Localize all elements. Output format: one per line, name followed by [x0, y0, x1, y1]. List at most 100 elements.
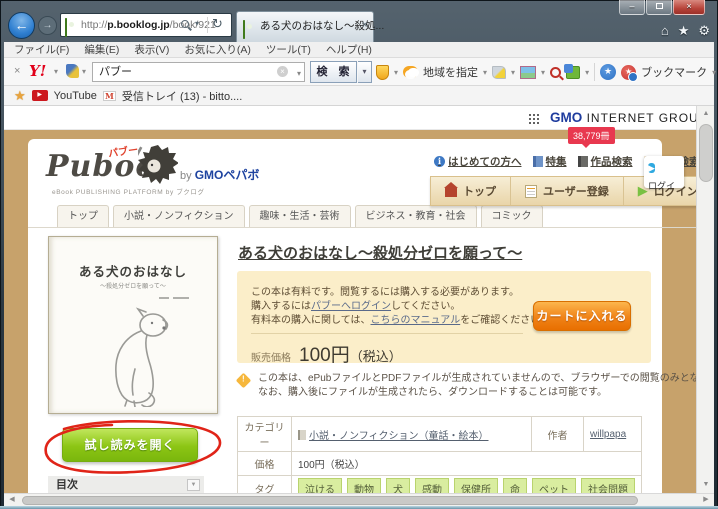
tag[interactable]: 泣ける [298, 478, 342, 493]
toolbar-edit-icon[interactable] [66, 64, 79, 78]
home-icon[interactable]: ⌂ [661, 23, 669, 39]
tag-list: 泣ける 動物 犬 感動 保健所 命 ペット 社会問題 [298, 478, 635, 493]
browser-tab[interactable]: ある犬のおはなし～殺処... × [236, 11, 384, 42]
tag[interactable]: 社会問題 [581, 478, 635, 493]
back-button[interactable]: ← [8, 12, 35, 39]
region-caret-icon[interactable]: ▾ [483, 68, 487, 77]
bookmarks-icon[interactable]: ★ [621, 64, 639, 82]
link-work-search[interactable]: 作品検索 [577, 154, 633, 169]
toolbar-icon-group: ▾ 地域を指定 ▾ ▾ ▾ ▾ ★ ★ ブックマーク ▾ » [376, 62, 718, 82]
divider [594, 63, 596, 81]
toc-collapse-button[interactable]: ▼ [187, 479, 200, 491]
close-button[interactable]: × [673, 0, 705, 15]
photo-icon[interactable] [520, 65, 537, 79]
vertical-scrollbar[interactable]: ▲ ▼ [696, 106, 714, 493]
maximize-button[interactable] [646, 0, 672, 15]
yahoo-logo[interactable]: Y! [29, 62, 46, 80]
page-search-icon[interactable] [550, 66, 562, 78]
region-label[interactable]: 地域を指定 [423, 64, 478, 80]
scroll-down-button[interactable]: ▼ [697, 477, 715, 493]
favorite-youtube[interactable]: YouTube [54, 90, 97, 102]
refresh-icon[interactable]: ↻ [212, 16, 223, 32]
open-preview-button[interactable]: 試し読みを開く [62, 428, 198, 462]
link-features[interactable]: 特集 [532, 154, 567, 169]
highlighter-caret-icon[interactable]: ▾ [511, 68, 515, 77]
shield-caret-icon[interactable]: ▾ [394, 68, 398, 77]
add-to-cart-button[interactable]: カートに入れる [533, 301, 631, 331]
book-cover[interactable]: ある犬のおはなし ～殺処分ゼロを願って～ [48, 236, 218, 414]
grid-menu-icon[interactable] [528, 113, 539, 124]
book-title-link[interactable]: ある犬のおはなし～殺処分ゼロを願って～ [238, 242, 522, 263]
toc-label: 目次 [56, 479, 78, 491]
nav-register[interactable]: ユーザー登録 [511, 177, 624, 205]
manual-link[interactable]: こちらのマニュアル [371, 315, 461, 326]
favorites-star-icon[interactable]: ★ [678, 23, 690, 39]
photo-caret-icon[interactable]: ▾ [541, 68, 545, 77]
tag[interactable]: 感動 [415, 478, 449, 493]
search-history-caret-icon[interactable]: ▾ [297, 69, 301, 78]
author-cell: willpapa [583, 416, 642, 452]
yahoo-menu-caret-icon[interactable]: ▾ [54, 67, 58, 76]
tag[interactable]: 保健所 [454, 478, 498, 493]
tab-comic[interactable]: コミック [480, 205, 543, 227]
toolbar-search-input[interactable]: パブー × ▾ [92, 62, 305, 82]
search-options-caret-icon[interactable]: ▾ [358, 61, 372, 83]
gmo-group-logo[interactable]: GMO INTERNET GROUP [550, 110, 696, 125]
translate-caret-icon[interactable]: ▾ [585, 68, 589, 77]
tag[interactable]: 動物 [347, 478, 381, 493]
tag[interactable]: 命 [503, 478, 527, 493]
menu-view[interactable]: 表示(V) [134, 42, 169, 57]
horizontal-scrollbar[interactable]: ◀ ▶ [4, 493, 714, 506]
tab-hobby[interactable]: 趣味・生活・芸術 [248, 205, 351, 227]
address-dropdown-caret-icon[interactable]: ▾ [195, 19, 199, 28]
page-viewport: GMO INTERNET GROUP Puboo パブー by GMOペパボ e… [4, 106, 696, 493]
twitter-bird-icon[interactable]: ▶ [648, 163, 655, 173]
category-tabs: トップ 小説・ノンフィクション 趣味・生活・芸術 ビジネス・教育・社会 コミック [57, 205, 543, 227]
warning-icon: ! [235, 372, 252, 389]
cover-author-text [173, 297, 189, 299]
menu-tools[interactable]: ツール(T) [266, 42, 311, 57]
menu-favorites[interactable]: お気に入り(A) [184, 42, 251, 57]
link-beginners[interactable]: i はじめての方へ [434, 154, 522, 169]
clear-search-icon[interactable]: × [277, 66, 288, 77]
settings-gear-icon[interactable]: ⚙ [698, 23, 710, 39]
table-row: 価格 100円（税込） [237, 451, 642, 476]
menu-file[interactable]: ファイル(F) [14, 42, 69, 57]
security-shield-icon[interactable] [376, 64, 389, 80]
vertical-scroll-thumb[interactable] [699, 124, 713, 182]
favorites-bar-star-icon[interactable]: ★ [14, 88, 26, 104]
tab-top[interactable]: トップ [57, 205, 109, 227]
book-icon [298, 429, 306, 440]
search-icon[interactable] [181, 20, 189, 28]
tag[interactable]: 犬 [386, 478, 410, 493]
toolbar-search-button[interactable]: 検 索 [310, 61, 357, 83]
author-link[interactable]: willpapa [590, 429, 626, 440]
address-bar[interactable]: http://p.booklog.jp/book/921 ▾ ↻ [60, 13, 232, 37]
search-input-value[interactable]: パブー [99, 63, 132, 81]
tab-close-icon[interactable]: × [362, 19, 368, 31]
bookmark-star-icon[interactable]: ★ [600, 64, 617, 80]
youtube-icon: ▶ [31, 90, 48, 101]
weather-cloud-icon[interactable] [403, 66, 420, 78]
forward-button[interactable]: → [38, 16, 57, 35]
category-link[interactable]: 小説・ノンフィクション（童話・絵本） [309, 431, 489, 442]
scroll-up-button[interactable]: ▲ [697, 106, 715, 122]
menu-edit[interactable]: 編集(E) [84, 42, 119, 57]
tab-business[interactable]: ビジネス・教育・社会 [354, 205, 477, 227]
minimize-button[interactable]: – [619, 0, 645, 15]
twitter-widget-label: ログイ [648, 181, 676, 191]
table-row: カテゴリー 小説・ノンフィクション（童話・絵本） 作者 willpapa [237, 416, 642, 452]
translate-icon[interactable] [564, 63, 581, 79]
tab-novel[interactable]: 小説・ノンフィクション [113, 205, 245, 227]
twitter-share-widget[interactable]: ▶ ログイ [644, 156, 684, 191]
bookmarks-caret-icon[interactable]: ▾ [712, 68, 716, 77]
edit-caret-icon[interactable]: ▾ [82, 67, 86, 76]
bookmarks-label[interactable]: ブックマーク [641, 64, 707, 80]
horizontal-scroll-thumb[interactable] [22, 496, 638, 505]
highlighter-icon[interactable] [492, 65, 507, 79]
favorite-inbox[interactable]: 受信トレイ (13) - bitto.... [122, 88, 242, 104]
toolbar-close-icon[interactable]: × [14, 65, 20, 77]
tag[interactable]: ペット [532, 478, 576, 493]
menu-help[interactable]: ヘルプ(H) [326, 42, 372, 57]
nav-top[interactable]: トップ [431, 177, 511, 205]
